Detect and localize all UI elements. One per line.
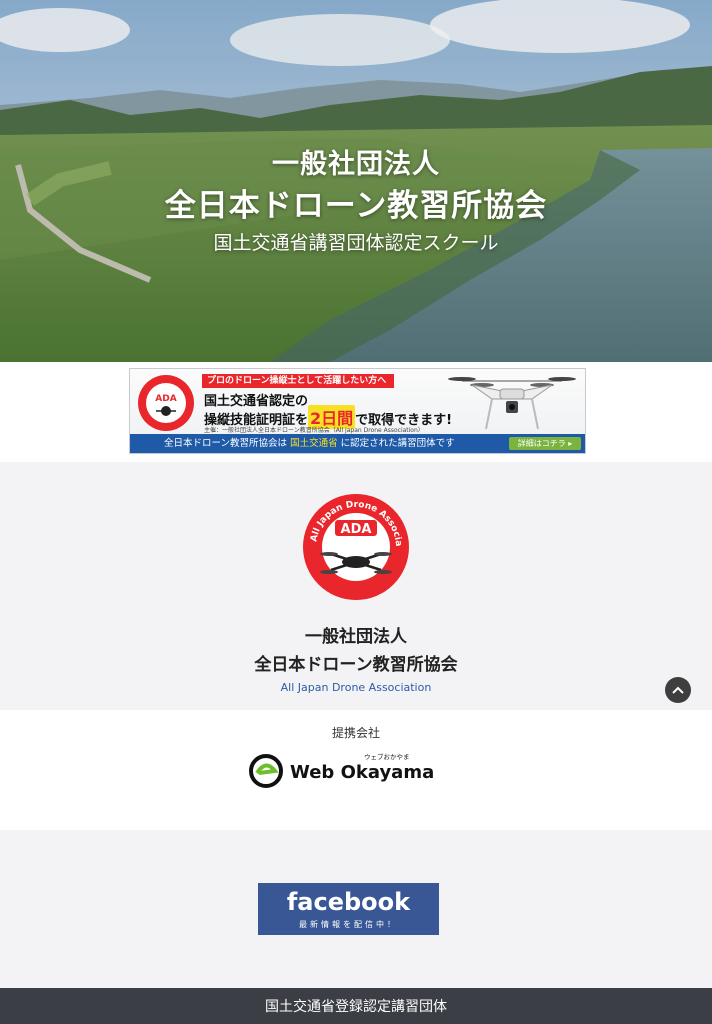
partner-section: 提携会社 ウェブおかやま Web Okayama xyxy=(0,710,712,830)
ada-association-logo: All Japan Drone Association ADA xyxy=(301,492,409,600)
banner-bar-text: 全日本ドローン教習所協会は 国土交通省 に認定された講習団体です xyxy=(164,434,455,453)
web-okayama-name: Web Okayama xyxy=(290,762,435,783)
web-okayama-kana: ウェブおかやま xyxy=(364,753,410,761)
banner-details-button[interactable]: 詳細はコチラ ▸ xyxy=(509,437,581,450)
chevron-up-icon xyxy=(672,686,684,694)
banner-bar: 全日本ドローン教習所協会は 国土交通省 に認定された講習団体です 詳細はコチラ … xyxy=(130,434,585,453)
hero-subtitle: 国土交通省講習団体認定スクール xyxy=(213,232,499,254)
ada-logo-text: ADA xyxy=(155,394,176,404)
banner-bar-highlight: 国土交通省 xyxy=(290,438,338,449)
course-banner[interactable]: ADA プロのドローン操縦士として活躍したい方へ 国土交通省認定の 操縦技能証明… xyxy=(129,368,586,454)
footer-bar: 国土交通省登録認定講習団体 xyxy=(0,988,712,1024)
ada-association-logo-text: ADA xyxy=(341,522,372,537)
hero-title-line2: 全日本ドローン教習所協会 xyxy=(164,188,548,224)
ada-logo-icon: ADA xyxy=(138,375,194,431)
scroll-to-top-button[interactable] xyxy=(665,677,691,703)
facebook-subtext: 最新情報を配信中！ xyxy=(299,920,398,929)
hero-title-line1: 一般社団法人 xyxy=(272,149,440,180)
association-name-line2: 全日本ドローン教習所協会 xyxy=(254,655,458,675)
hero-section: 一般社団法人 全日本ドローン教習所協会 国土交通省講習団体認定スクール xyxy=(0,0,712,362)
banner-tag: プロのドローン操縦士として活躍したい方へ xyxy=(202,374,394,388)
banner-bar-pre: 全日本ドローン教習所協会は xyxy=(164,438,288,449)
banner-bar-post: に認定された講習団体です xyxy=(340,438,455,449)
footer-text: 国土交通省登録認定講習団体 xyxy=(265,999,447,1015)
partner-label: 提携会社 xyxy=(331,726,380,740)
facebook-wordmark: facebook xyxy=(286,888,411,916)
hero-text: 一般社団法人 全日本ドローン教習所協会 国土交通省講習団体認定スクール xyxy=(0,0,712,362)
web-okayama-logo-link[interactable]: ウェブおかやま Web Okayama xyxy=(248,750,438,790)
web-okayama-e-icon xyxy=(249,754,283,788)
association-section: All Japan Drone Association ADA 一般社団法人 全… xyxy=(0,462,712,710)
facebook-button[interactable]: facebook 最新情報を配信中！ xyxy=(258,883,439,935)
facebook-section: facebook 最新情報を配信中！ xyxy=(0,830,712,988)
banner-note: 主催：一般社団法人全日本ドローン教習所協会（All japan Drone As… xyxy=(204,427,424,434)
drone-image xyxy=(448,377,576,430)
association-name-line1: 一般社団法人 xyxy=(305,627,407,647)
page: 一般社団法人 全日本ドローン教習所協会 国土交通省講習団体認定スクール ADA … xyxy=(0,0,712,1024)
association-name-english: All Japan Drone Association xyxy=(280,681,432,694)
